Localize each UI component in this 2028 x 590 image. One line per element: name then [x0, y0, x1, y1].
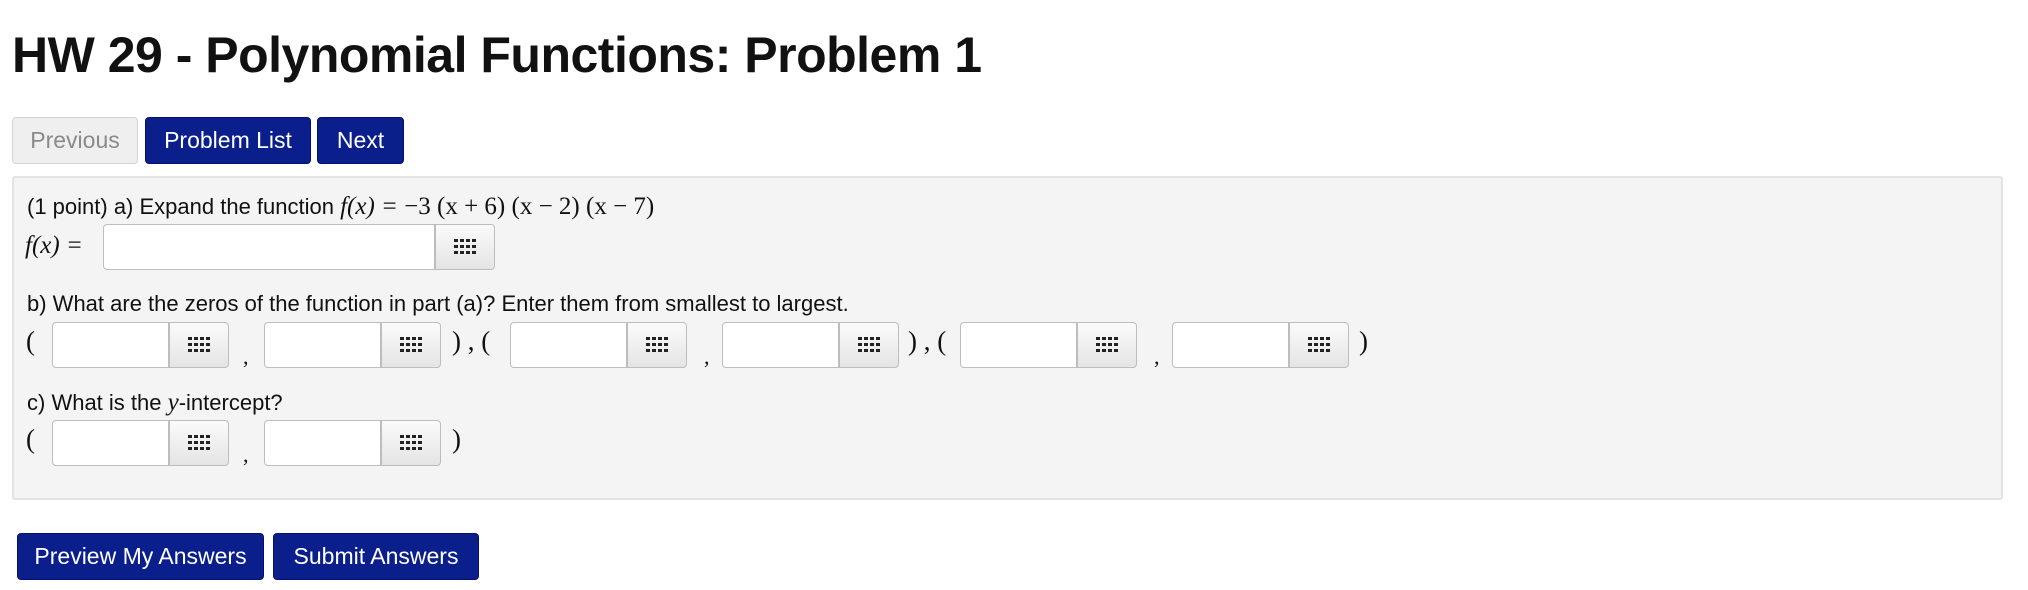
submit-answers-button[interactable]: Submit Answers [273, 533, 479, 580]
zero2-x-input[interactable] [510, 322, 627, 368]
intercept-y-editor-button[interactable] [381, 420, 441, 466]
keypad-grid-icon [454, 239, 476, 254]
zero2-comma: , [704, 344, 710, 369]
part-c-var: y [167, 389, 179, 416]
zero3-comma: , [1154, 344, 1160, 369]
zero2-close-zero3-open: ) , ( [908, 326, 947, 356]
answer-label-fx: f(x) = [25, 232, 83, 259]
intercept-comma: , [243, 442, 249, 467]
page-title: HW 29 - Polynomial Functions: Problem 1 [12, 27, 982, 83]
intercept-x-input[interactable] [52, 420, 169, 466]
zero1-y-input[interactable] [264, 322, 381, 368]
intercept-x-editor-button[interactable] [169, 420, 229, 466]
equation-editor-button[interactable] [435, 224, 495, 270]
zero1-x-input[interactable] [52, 322, 169, 368]
intercept-open-paren: ( [26, 424, 35, 454]
zero1-comma: , [243, 344, 249, 369]
keypad-grid-icon [646, 337, 668, 352]
zero3-y-editor-button[interactable] [1289, 322, 1349, 368]
zero3-x-editor-button[interactable] [1077, 322, 1137, 368]
part-c-prompt: c) What is the y-intercept? [27, 390, 283, 416]
function-definition: f(x) = −3 (x + 6) (x − 2) (x − 7) [340, 193, 654, 220]
part-a-answer-label: f(x) = [25, 233, 83, 259]
problem-list-button[interactable]: Problem List [145, 117, 311, 164]
zero3-close-paren: ) [1359, 326, 1368, 356]
zero2-y-editor-button[interactable] [839, 322, 899, 368]
keypad-grid-icon [1308, 337, 1330, 352]
preview-answers-button[interactable]: Preview My Answers [17, 533, 264, 580]
part-c-prompt-after: -intercept? [178, 390, 283, 415]
zero1-y-editor-button[interactable] [381, 322, 441, 368]
problem-panel: (1 point) a) Expand the function f(x) = … [12, 176, 2003, 500]
keypad-grid-icon [858, 337, 880, 352]
part-a-prefix: (1 point) a) Expand the function [27, 194, 334, 219]
function-lhs: f(x) = [340, 193, 405, 220]
zero2-x-editor-button[interactable] [627, 322, 687, 368]
zero1-x-editor-button[interactable] [169, 322, 229, 368]
part-a-prompt: (1 point) a) Expand the function f(x) = … [27, 194, 654, 220]
keypad-grid-icon [188, 337, 210, 352]
zero1-open-paren: ( [26, 326, 35, 356]
keypad-grid-icon [400, 337, 422, 352]
part-a-answer-input[interactable] [103, 224, 435, 270]
part-b-prompt: b) What are the zeros of the function in… [27, 291, 849, 316]
keypad-grid-icon [400, 435, 422, 450]
intercept-close-paren: ) [452, 424, 461, 454]
function-rhs: −3 (x + 6) (x − 2) (x − 7) [404, 193, 655, 220]
zero1-close-zero2-open: ) , ( [452, 326, 491, 356]
part-c-prompt-before: c) What is the [27, 390, 162, 415]
zero2-y-input[interactable] [722, 322, 839, 368]
previous-button[interactable]: Previous [12, 117, 138, 164]
next-button[interactable]: Next [317, 117, 404, 164]
zero3-y-input[interactable] [1172, 322, 1289, 368]
keypad-grid-icon [1096, 337, 1118, 352]
zero3-x-input[interactable] [960, 322, 1077, 368]
keypad-grid-icon [188, 435, 210, 450]
intercept-y-input[interactable] [264, 420, 381, 466]
